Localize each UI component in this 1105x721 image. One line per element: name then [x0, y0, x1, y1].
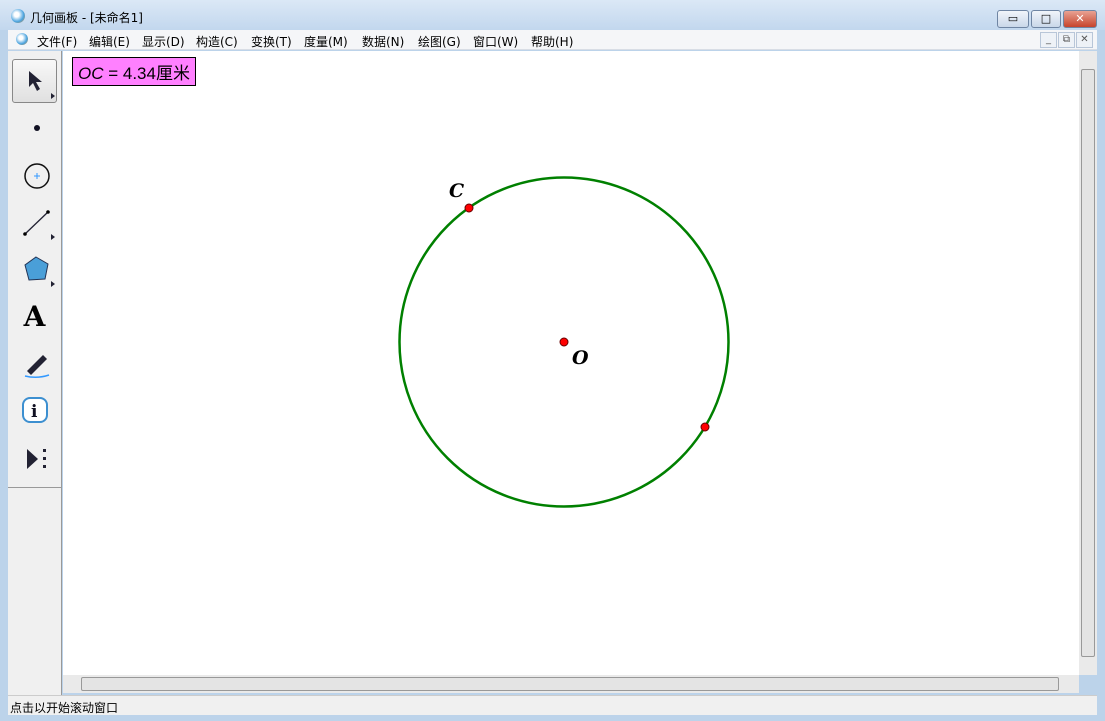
toolbox: A i: [8, 51, 62, 488]
play-dots-icon: [26, 449, 46, 469]
arrow-icon: [28, 71, 55, 99]
selection-arrow-tool[interactable]: [12, 59, 57, 103]
straightedge-tool[interactable]: [12, 200, 57, 244]
menu-display[interactable]: 显示(D): [142, 33, 185, 50]
point-o[interactable]: [559, 337, 569, 347]
window-title: 几何画板 - [未命名1]: [30, 11, 143, 25]
label-o[interactable]: O: [572, 347, 589, 369]
app-icon: [11, 9, 25, 23]
circle-icon: [23, 163, 50, 189]
point-tool[interactable]: [12, 104, 57, 148]
menu-construct[interactable]: 构造(C): [196, 33, 238, 50]
menu-transform[interactable]: 变换(T): [251, 33, 292, 50]
menu-window[interactable]: 窗口(W): [473, 33, 518, 50]
text-tool[interactable]: A: [12, 294, 57, 338]
vertical-scrollbar[interactable]: [1079, 51, 1097, 675]
menu-data[interactable]: 数据(N): [362, 33, 404, 50]
marker-icon: [24, 355, 49, 379]
menu-bar: 文件(F) 编辑(E) 显示(D) 构造(C) 变换(T) 度量(M) 数据(N…: [8, 30, 1097, 50]
toolbox-empty-area: [8, 488, 62, 695]
label-c[interactable]: C: [449, 180, 464, 202]
horizontal-scrollbar[interactable]: [63, 675, 1079, 693]
information-tool[interactable]: i: [12, 388, 57, 432]
document-icon[interactable]: [16, 33, 28, 45]
custom-tools[interactable]: [12, 435, 57, 479]
marker-tool[interactable]: [12, 341, 57, 385]
mdi-restore-button[interactable]: ⧉: [1058, 32, 1075, 48]
info-icon: i: [21, 397, 48, 423]
minimize-button[interactable]: ▭: [997, 10, 1029, 28]
polygon-tool[interactable]: [12, 247, 57, 291]
svg-text:i: i: [31, 402, 38, 422]
sketch-svg: [398, 176, 730, 508]
close-button[interactable]: ✕: [1063, 10, 1097, 28]
menu-edit[interactable]: 编辑(E): [89, 33, 130, 50]
line-segment-icon: [22, 210, 55, 240]
mdi-close-button[interactable]: ✕: [1076, 32, 1093, 48]
compass-tool[interactable]: [12, 152, 57, 196]
menu-file[interactable]: 文件(F): [37, 33, 77, 50]
point-on-circle[interactable]: [700, 422, 710, 432]
menu-measure[interactable]: 度量(M): [304, 33, 348, 50]
menu-help[interactable]: 帮助(H): [531, 33, 573, 50]
point-c[interactable]: [464, 203, 474, 213]
polygon-icon: [23, 256, 55, 287]
vertical-scroll-thumb[interactable]: [1081, 69, 1095, 657]
sketch-canvas[interactable]: OC = 4.34厘米 C O: [63, 51, 1079, 675]
maximize-button[interactable]: □: [1031, 10, 1061, 28]
status-bar: 点击以开始滚动窗口: [8, 695, 1097, 715]
horizontal-scroll-thumb[interactable]: [81, 677, 1059, 691]
mdi-minimize-button[interactable]: _: [1040, 32, 1057, 48]
menu-graph[interactable]: 绘图(G): [418, 33, 461, 50]
point-icon: [33, 125, 40, 131]
title-bar: 几何画板 - [未命名1] ▭ □ ✕: [0, 0, 1105, 30]
